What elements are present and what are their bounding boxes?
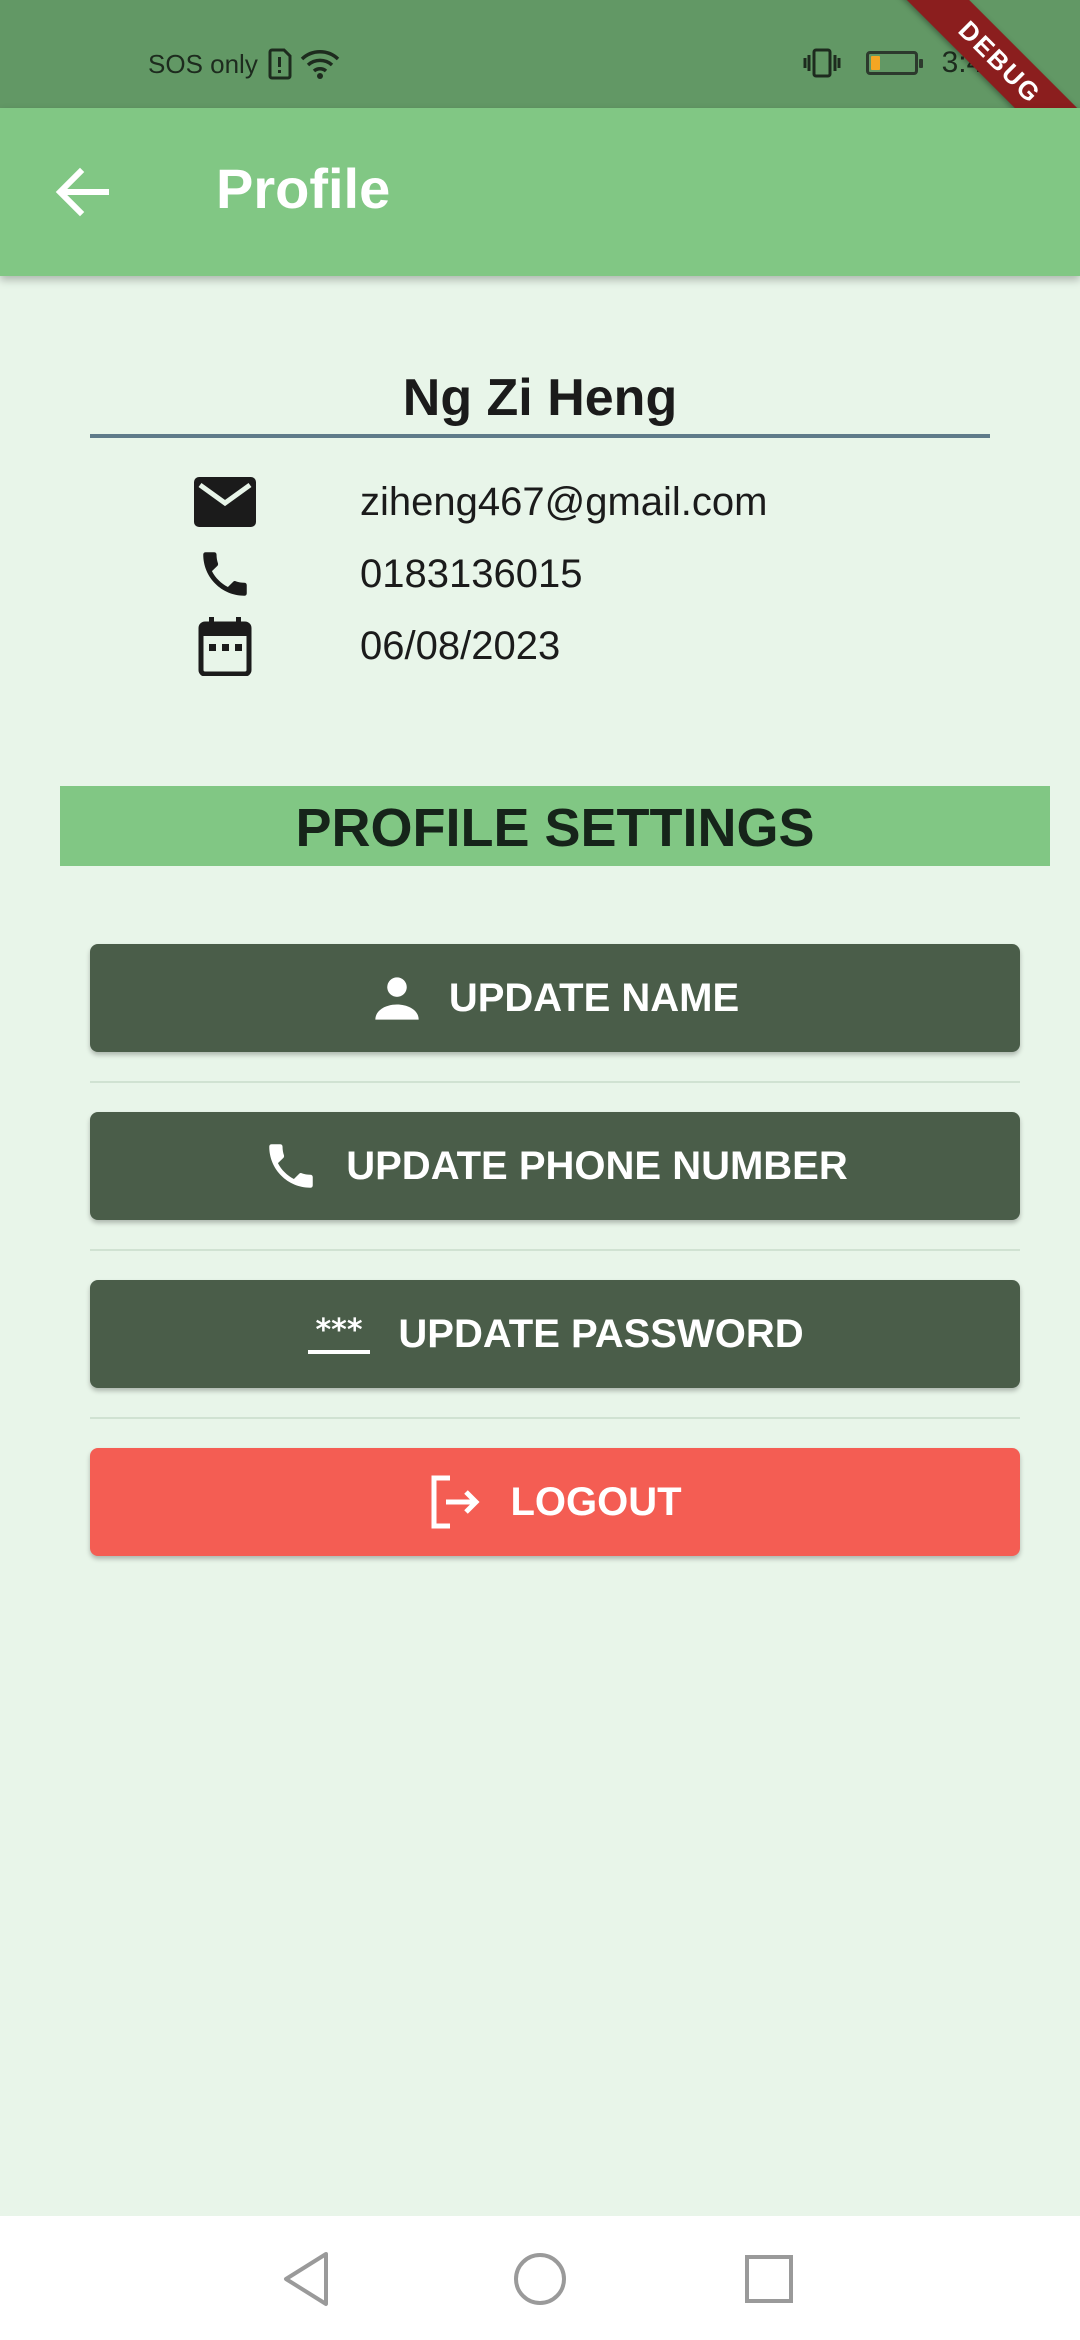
carrier-text: SOS only [148, 48, 258, 79]
mail-icon [194, 477, 256, 527]
divider [90, 1417, 1020, 1419]
logout-icon [431, 1475, 480, 1529]
date-text: 06/08/2023 [360, 623, 561, 668]
nav-home-button[interactable] [505, 2244, 575, 2314]
status-left: SOS only [148, 48, 340, 80]
svg-text:***: *** [316, 1313, 363, 1348]
date-row: 06/08/2023 [190, 616, 890, 676]
arrow-back-icon [55, 167, 109, 217]
divider [90, 1249, 1020, 1251]
name-underline [90, 434, 990, 438]
profile-name: Ng Zi Heng [402, 369, 678, 427]
update-name-button[interactable]: UPDATE NAME [90, 944, 1020, 1052]
phone-row: 0183136015 [190, 544, 890, 604]
phone-icon [203, 552, 247, 596]
phone-text: 0183136015 [360, 551, 583, 596]
calendar-icon [198, 617, 252, 676]
logout-button[interactable]: LOGOUT [90, 1448, 1020, 1556]
battery-level [870, 56, 880, 70]
logout-label: LOGOUT [510, 1479, 682, 1524]
back-triangle-icon [284, 2252, 328, 2306]
phone-icon [269, 1144, 313, 1188]
email-row: ziheng467@gmail.com [190, 472, 890, 532]
wifi-icon [300, 50, 340, 79]
update-phone-button[interactable]: UPDATE PHONE NUMBER [90, 1112, 1020, 1220]
profile-settings-heading: PROFILE SETTINGS [60, 786, 1050, 866]
update-phone-label: UPDATE PHONE NUMBER [346, 1143, 848, 1188]
app-bar: Profile [0, 108, 1080, 276]
person-icon [375, 977, 419, 1020]
recents-square-icon [745, 2255, 793, 2303]
home-circle-icon [514, 2253, 566, 2305]
page-title: Profile [216, 157, 391, 220]
back-button[interactable] [50, 162, 116, 222]
nav-recents-button[interactable] [734, 2244, 804, 2314]
status-bar: SOS only 3:44 [0, 0, 1080, 108]
email-text: ziheng467@gmail.com [360, 479, 768, 524]
update-password-label: UPDATE PASSWORD [398, 1311, 804, 1356]
vibrate-icon [803, 48, 841, 78]
battery-icon [865, 51, 923, 75]
divider [90, 1081, 1020, 1083]
update-name-label: UPDATE NAME [448, 975, 740, 1020]
nav-back-button[interactable] [272, 2244, 342, 2314]
sim-alert-icon [268, 48, 292, 80]
password-icon: *** [308, 1313, 371, 1354]
system-nav-bar [0, 2216, 1080, 2340]
update-password-button[interactable]: *** UPDATE PASSWORD [90, 1280, 1020, 1388]
